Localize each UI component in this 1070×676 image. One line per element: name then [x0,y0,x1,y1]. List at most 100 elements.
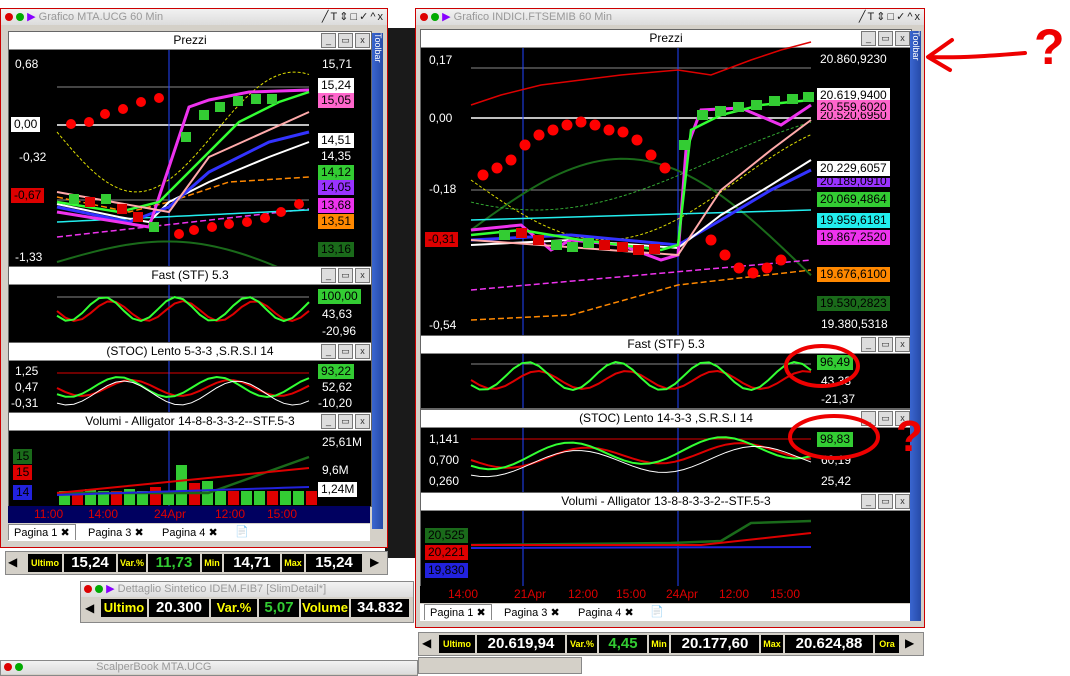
right-stoc-panel[interactable]: (STOC) Lento 14-3-3 ,S.R.S.I 14 _ ▭ x 1,14… [420,409,912,493]
scroll-right-icon[interactable]: ▶ [905,636,914,650]
right-price-panel[interactable]: Prezzi _ ▭ x 0,17 0,00 -0,18 -0,31 -0,54 2… [420,29,912,336]
close-icon[interactable]: ✖ [551,607,560,619]
left-price-panel[interactable]: Prezzi _ ▭ x 0,68 0,00 -0,32 -0,67 -1,33 1… [8,31,372,267]
tab-label: Pagina 1 [14,527,58,539]
tab-pagina-4[interactable]: Pagina 4 ✖ [158,525,222,540]
scalper-window-titlebar[interactable]: ScalperBook MTA.UCG [1,661,417,674]
new-tab-icon[interactable]: 📄 [650,605,664,618]
left-window-titlebar[interactable]: ▶ Grafico MTA.UCG 60 Min ╱T⇕□✓^x [1,9,387,25]
close-icon[interactable]: ✖ [625,607,634,619]
candle [633,245,644,255]
alligator-legend: 20,221 [425,545,468,560]
detail-window-titlebar[interactable]: ▶ Dettaglio Sintetico IDEM.FIB7 [SlimDet… [81,582,413,597]
right-axis-label: 15,71 [322,57,353,71]
candle [133,212,143,222]
candle [516,228,527,238]
right-volume-panel[interactable]: Volumi - Alligator 13-8-8-3-3-2--STF.5-3… [420,492,912,587]
left-axis-label: -1,33 [15,250,43,264]
right-volume-chart [470,511,812,586]
annotation-question-mark: ? [1034,19,1065,75]
tab-pagina-4[interactable]: Pagina 4 ✖ [574,605,638,620]
alligator-jaw-line [470,519,812,547]
max-label: Max [282,554,304,572]
play-icon[interactable]: ▶ [27,11,35,23]
right-window-titlebar[interactable]: ▶ Grafico INDICI.FTSEMIB 60 Min ╱T⇕□✓^x [416,9,924,25]
red-status-dot [4,663,12,672]
play-icon[interactable]: ▶ [106,583,114,595]
play-icon[interactable]: ▶ [442,11,450,23]
tab-pagina-3[interactable]: Pagina 3 ✖ [84,525,148,540]
candle [679,140,690,150]
scroll-left-icon[interactable]: ◀ [8,555,17,569]
fast-value: 43,33 [821,374,852,388]
candle [599,240,610,250]
volume-value: 34.832 [351,599,409,617]
ma-line [470,269,812,321]
sar-dot [260,213,270,223]
toolbar-toggle[interactable]: Toolbar [372,33,383,529]
volume-bar [293,491,304,505]
sar-dot [491,162,503,174]
max-value: 20.624,88 [785,635,873,653]
right-axis-label: 19.867,2520 [817,230,890,245]
candle [233,96,243,106]
right-axis-label: 20.520,6950 [817,112,890,120]
sar-dot [242,217,252,227]
tab-pagina-1[interactable]: Pagina 1 ✖ [8,524,76,540]
window-controls[interactable]: ╱T⇕□✓^x [859,9,922,25]
sar-dot [719,249,731,261]
tab-label: Pagina 4 [578,607,622,619]
tab-pagina-1[interactable]: Pagina 1 ✖ [424,604,492,620]
fast-value: 43,63 [322,307,353,321]
volume-bar [85,489,96,505]
right-chart-window: ▶ Grafico INDICI.FTSEMIB 60 Min ╱T⇕□✓^x … [415,8,925,628]
scroll-left-icon[interactable]: ◀ [85,601,94,615]
toolbar-toggle[interactable]: Toolbar [910,31,921,621]
alligator-legend: 15 [13,449,33,464]
window-controls[interactable]: ╱T⇕□✓^x [322,9,385,25]
close-icon[interactable]: ✖ [209,527,218,539]
volume-bar [241,491,252,505]
close-icon[interactable]: ✖ [135,527,144,539]
right-axis-label: 13,51 [318,214,355,229]
time-label: 15:00 [267,507,298,521]
ultimo-value: 20.300 [149,599,209,617]
tab-pagina-3[interactable]: Pagina 3 ✖ [500,605,564,620]
stoc-right-label: 60,19 [821,453,852,467]
left-stoc-panel[interactable]: (STOC) Lento 5-3-3 ,S.R.S.I 14 _ ▭ x 1,25 … [8,342,372,413]
right-axis-label: 15,05 [318,93,355,108]
candle [181,132,191,142]
scroll-right-icon[interactable]: ▶ [370,555,379,569]
right-fast-panel[interactable]: Fast (STF) 5.3 _ ▭ x 96,49 43,33 -21,37 [420,335,912,409]
close-icon[interactable]: ✖ [61,527,70,539]
left-chart-window: ▶ Grafico MTA.UCG 60 Min ╱T⇕□✓^x Prezzi … [0,8,388,548]
var-value: 5,07 [259,599,299,617]
candle [199,110,209,120]
time-label: 15:00 [770,587,801,601]
close-icon[interactable]: ✖ [477,607,486,619]
sar-dot [100,109,110,119]
volume-bar [267,491,278,505]
fast-value: -20,96 [322,324,357,338]
right-axis-label: 14,35 [318,149,355,164]
right-axis-label: 19.676,6100 [817,267,890,282]
right-axis-label: 13,68 [318,198,355,213]
candle [697,110,708,120]
alligator-legend: 19,830 [425,563,468,578]
sar-dot [775,254,787,266]
fast-d-line [56,299,310,322]
left-volume-panel[interactable]: Volumi - Alligator 14-8-8-3-3-2--STF.5-3… [8,412,372,507]
sar-dot [645,149,657,161]
ultimo-value: 20.619,94 [477,635,565,653]
time-label: 21Apr [514,587,547,601]
scroll-left-icon[interactable]: ◀ [422,636,431,650]
tab-label: Pagina 3 [504,607,548,619]
volume-bar [254,491,265,505]
volume-bar [215,491,226,505]
left-fast-panel[interactable]: Fast (STF) 5.3 _ ▭ x 100,00 43,63 -20,96 [8,266,372,343]
green-status-dot [15,663,24,672]
new-tab-icon[interactable]: 📄 [235,525,249,538]
red-status-dot [84,585,92,594]
stoc-left-label: 0,260 [429,474,460,488]
min-label: Min [202,554,222,572]
